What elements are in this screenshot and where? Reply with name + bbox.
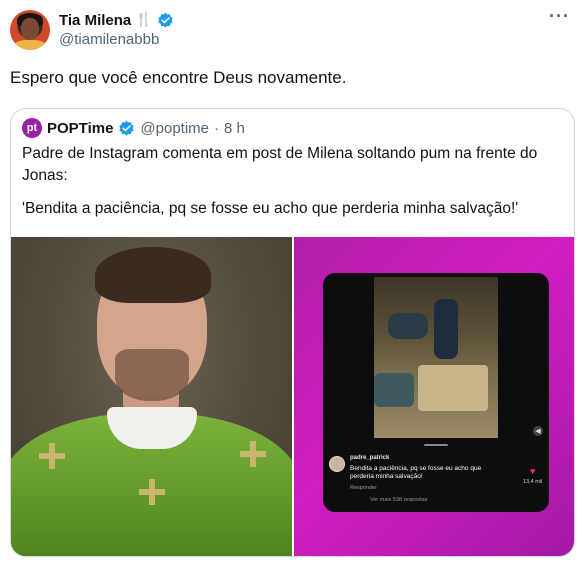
heart-icon: ♥ <box>530 466 536 476</box>
quoted-text-line: Padre de Instagram comenta em post de Mi… <box>22 145 538 184</box>
more-options-button[interactable]: ··· <box>549 7 570 25</box>
verified-badge-icon[interactable] <box>157 12 174 29</box>
priest-hair <box>95 247 211 303</box>
quoted-text-quote: 'Bendita a paciência, pq se fosse eu ach… <box>22 200 519 217</box>
video-person <box>434 299 458 359</box>
priest-photo[interactable] <box>11 237 292 556</box>
quoted-tweet[interactable]: pt POPTime @poptime · 8 h Padre de Insta… <box>10 108 575 557</box>
phone-screen: ◀ padre_patrick Bendita a paciência, pq … <box>323 273 549 512</box>
author-display-name[interactable]: Tia Milena <box>59 12 131 29</box>
video-sofa <box>374 373 414 407</box>
instagram-screenshot[interactable]: ◀ padre_patrick Bendita a paciência, pq … <box>294 237 574 556</box>
verified-badge-icon <box>119 120 135 136</box>
quoted-display-name[interactable]: POPTime <box>47 120 113 137</box>
author-avatar[interactable] <box>10 10 50 50</box>
poptime-avatar[interactable]: pt <box>22 118 42 138</box>
like-count: 13,4 mil <box>523 479 543 485</box>
avatar-shirt <box>14 40 46 50</box>
quoted-header: pt POPTime @poptime · 8 h <box>22 117 245 139</box>
author-name-row: Tia Milena 🍴 <box>59 10 174 30</box>
avatar-face <box>21 18 39 40</box>
tweet-card: Tia Milena 🍴 @tiamilenabbb ··· Espero qu… <box>0 0 584 565</box>
reply-label: Responder <box>350 485 377 491</box>
separator-dot: · <box>214 119 220 137</box>
more-replies-label: Ver mais 538 respostas <box>370 497 428 503</box>
tweet-text: Espero que você encontre Deus novamente. <box>10 68 347 87</box>
mute-icon: ◀ <box>533 426 543 436</box>
cross-icon <box>39 443 65 469</box>
cross-icon <box>139 479 171 511</box>
video-table <box>418 365 488 411</box>
sheet-handle <box>424 444 448 446</box>
cross-icon <box>240 441 266 467</box>
video-thumbnail <box>374 277 498 438</box>
quoted-timestamp[interactable]: 8 h <box>224 120 245 137</box>
video-person <box>388 313 428 339</box>
fork-knife-icon: 🍴 <box>135 12 153 28</box>
comment-text: Bendita a paciência, pq se fosse eu acho… <box>350 465 482 480</box>
priest-beard <box>115 349 189 401</box>
author-handle[interactable]: @tiamilenabbb <box>59 31 159 48</box>
quoted-text: Padre de Instagram comenta em post de Mi… <box>22 143 562 231</box>
commenter-avatar <box>329 456 345 472</box>
commenter-username: padre_patrick <box>350 455 390 461</box>
media-grid: ◀ padre_patrick Bendita a paciência, pq … <box>11 237 574 556</box>
quoted-handle[interactable]: @poptime <box>140 120 209 137</box>
